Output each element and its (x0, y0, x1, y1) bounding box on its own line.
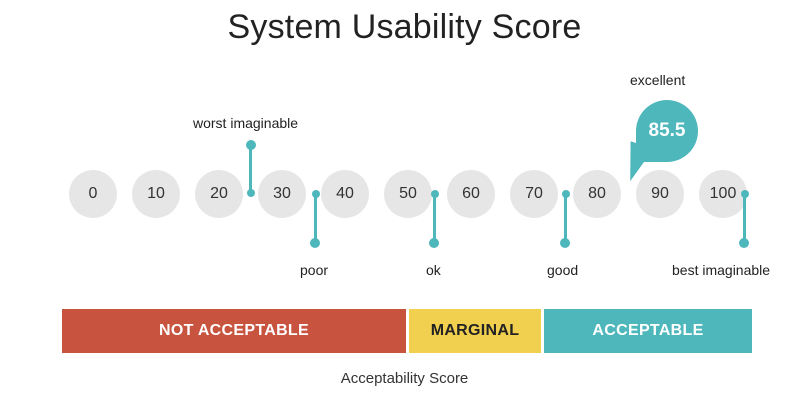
scale-tick-20: 20 (195, 170, 243, 218)
scale-tick-40: 40 (321, 170, 369, 218)
page-title: System Usability Score (227, 8, 582, 46)
marker-dot-worst-base (247, 189, 255, 197)
marker-stem-poor (314, 194, 317, 242)
marker-dot-poor-end (310, 238, 320, 248)
marker-dot-good-end (560, 238, 570, 248)
score-bubble: 85.5 (636, 100, 698, 162)
marker-stem-best (743, 194, 746, 242)
acceptability-caption: Acceptability Score (340, 370, 469, 387)
scale-tick-0: 0 (69, 170, 117, 218)
marker-stem-ok (433, 194, 436, 242)
marker-dot-best-end (739, 238, 749, 248)
marker-stem-good (564, 194, 567, 242)
scale-tick-100: 100 (699, 170, 747, 218)
scale-tick-70: 70 (510, 170, 558, 218)
scale-tick-50: 50 (384, 170, 432, 218)
scale-tick-80: 80 (573, 170, 621, 218)
marker-label-ok: ok (426, 262, 441, 278)
marker-label-best-imaginable: best imaginable (672, 262, 771, 278)
marker-stem-worst (249, 145, 252, 194)
band-not-acceptable: NOT ACCEPTABLE (62, 309, 406, 353)
scale-tick-30: 30 (258, 170, 306, 218)
band-acceptable: ACCEPTABLE (544, 309, 752, 353)
band-marginal: MARGINAL (409, 309, 541, 353)
marker-label-excellent: excellent (630, 72, 686, 88)
marker-label-good: good (547, 262, 579, 278)
scale-tick-60: 60 (447, 170, 495, 218)
marker-dot-ok-end (429, 238, 439, 248)
marker-label-worst-imaginable: worst imaginable (193, 115, 299, 131)
marker-label-poor: poor (300, 262, 329, 278)
scale-tick-10: 10 (132, 170, 180, 218)
